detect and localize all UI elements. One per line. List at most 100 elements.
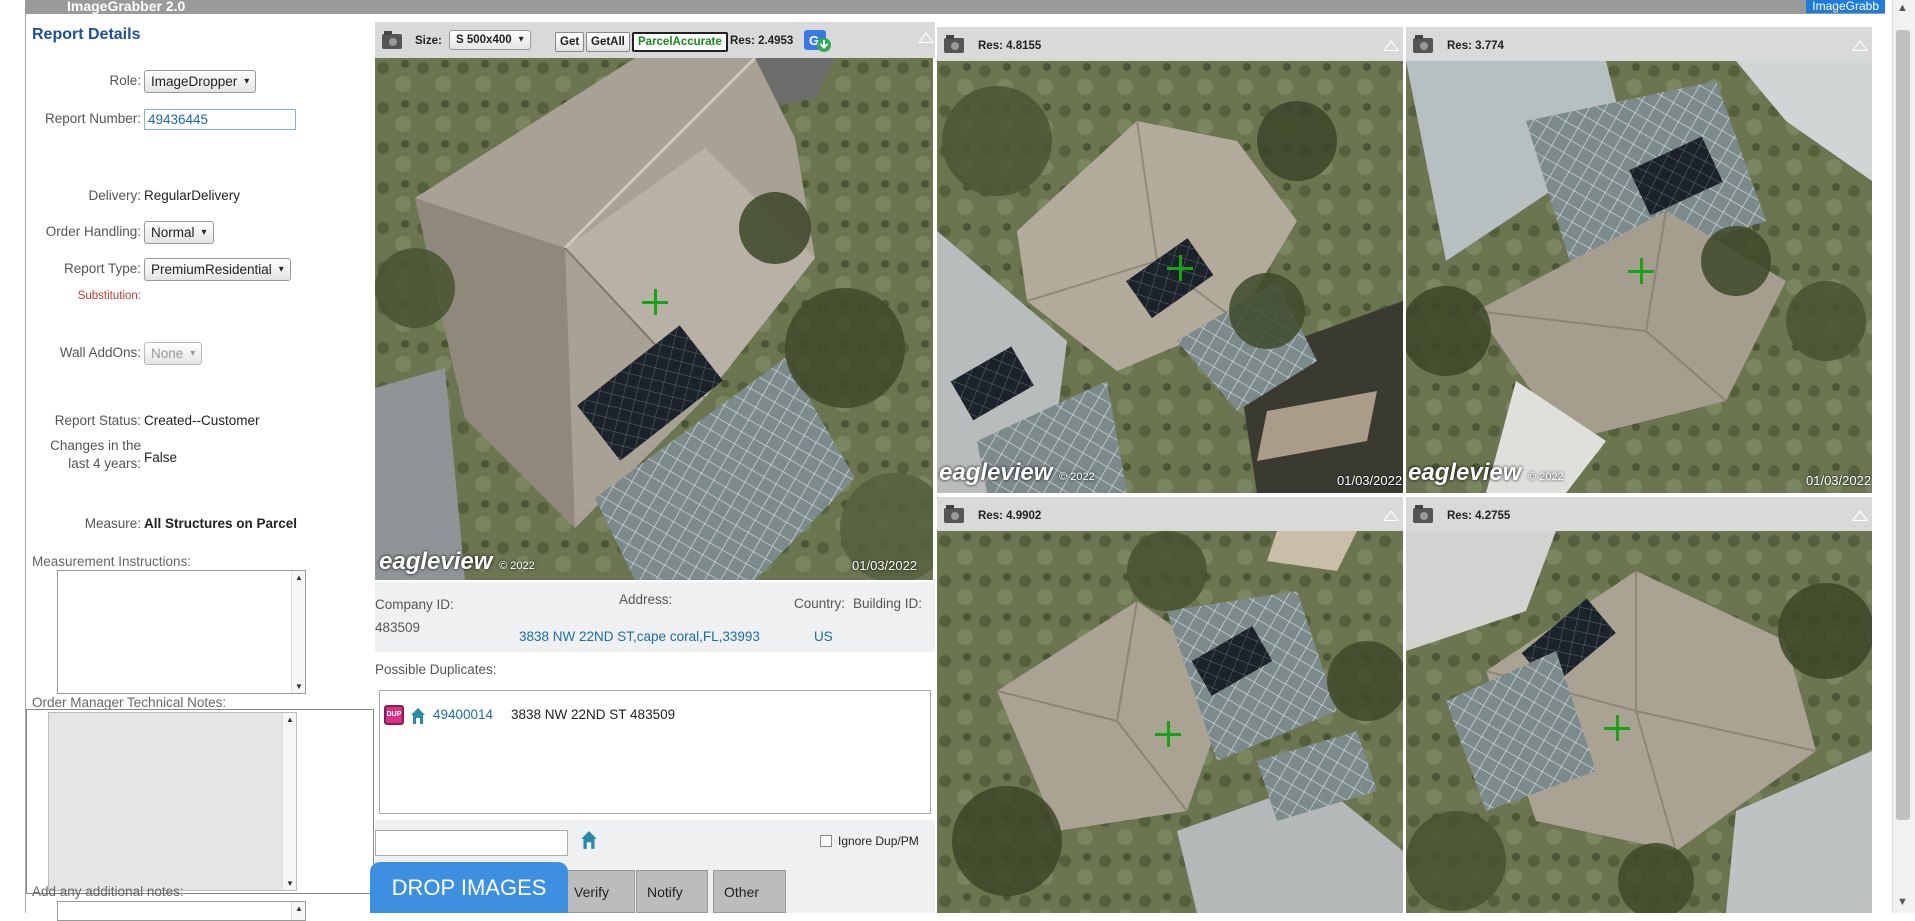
tile-3-resolution: Res: 4.9902 xyxy=(978,510,1042,522)
watermark-text: eagleview xyxy=(379,548,493,575)
camera-icon[interactable] xyxy=(943,34,965,54)
changes-value: False xyxy=(144,450,178,465)
tile-2-resolution: Res: 3.774 xyxy=(1447,40,1504,52)
main-tile-toolbar: Size: S 500x400 Get GetAll ParcelAccurat… xyxy=(375,22,935,58)
tile-corner-toggle-icon[interactable] xyxy=(1852,510,1868,521)
report-type-label: Report Type: xyxy=(63,261,141,276)
eagleview-watermark: eagleview © 2022 xyxy=(1408,459,1564,487)
substitution-row: Substitution: xyxy=(26,284,371,312)
changes-label-line2: last 4 years: xyxy=(68,456,141,471)
tile-4-aerial-image[interactable] xyxy=(1406,531,1872,913)
report-number-label: Report Number: xyxy=(44,111,141,126)
verify-button[interactable]: Verify xyxy=(563,870,635,913)
brand-tag[interactable]: ImageGrabb xyxy=(1806,0,1885,13)
scroll-down-icon[interactable]: ▼ xyxy=(1897,896,1908,908)
scroll-down-icon[interactable]: ▼ xyxy=(286,879,294,888)
camera-icon[interactable] xyxy=(1412,504,1434,524)
duplicates-list: DUP 49400014 3838 NW 22ND ST 483509 xyxy=(379,690,931,814)
drop-images-button[interactable]: DROP IMAGES xyxy=(370,862,568,913)
company-id-label: Company ID: xyxy=(375,597,454,612)
scroll-up-icon[interactable]: ▲ xyxy=(286,715,294,724)
tile-corner-toggle-icon[interactable] xyxy=(1383,510,1399,521)
measurement-instructions-label: Measurement Instructions: xyxy=(32,554,192,569)
delivery-label: Delivery: xyxy=(88,188,141,203)
scroll-up-icon[interactable]: ▲ xyxy=(295,573,303,582)
measure-label: Measure: xyxy=(84,516,141,531)
ignore-dup-label: Ignore Dup/PM xyxy=(838,834,919,848)
scroll-up-icon[interactable]: ▲ xyxy=(1897,2,1908,14)
get-button[interactable]: Get xyxy=(555,32,585,52)
capture-date: 01/03/2022 xyxy=(1806,473,1872,488)
measurement-instructions-textarea[interactable]: ▲ ▼ xyxy=(57,570,306,694)
target-crosshair-icon xyxy=(1155,721,1181,747)
aerial-scene xyxy=(375,58,933,580)
report-status-row: Report Status: Created--Customer xyxy=(26,409,371,437)
building-id-label: Building ID: xyxy=(853,596,923,611)
measure-value: All Structures on Parcel xyxy=(144,516,298,531)
scrollbar-thumb[interactable] xyxy=(1896,30,1910,820)
duplicate-id-link[interactable]: 49400014 xyxy=(433,707,493,722)
order-handling-row: Order Handling: Normal xyxy=(26,220,371,248)
tile-1-toolbar: Res: 4.8155 xyxy=(937,27,1403,61)
tile-corner-toggle-icon[interactable] xyxy=(918,32,934,43)
capture-date: 01/03/2022 xyxy=(852,558,918,573)
report-type-row: Report Type: PremiumResidential xyxy=(26,257,371,285)
report-number-row: Report Number: 49436445 xyxy=(26,107,371,135)
tile-1-aerial-image[interactable]: eagleview © 2022 01/03/2022 xyxy=(937,61,1403,493)
report-search-input[interactable] xyxy=(375,830,568,856)
tile-1-resolution: Res: 4.8155 xyxy=(978,40,1042,52)
home-icon[interactable] xyxy=(410,707,426,725)
tile-corner-toggle-icon[interactable] xyxy=(1383,40,1399,51)
tech-notes-label: Order Manager Technical Notes: xyxy=(32,695,227,710)
wall-addons-select[interactable]: None xyxy=(144,342,203,365)
watermark-year: © 2022 xyxy=(1059,471,1095,483)
report-details-panel: Report Details Role: ImageDropper Report… xyxy=(26,14,374,921)
tile-3-aerial-image[interactable] xyxy=(937,531,1403,913)
textarea-scrollbar[interactable]: ▲ xyxy=(291,902,305,920)
aerial-scene xyxy=(1406,531,1872,913)
textarea-scrollbar[interactable]: ▲ ▼ xyxy=(291,571,305,693)
report-number-input[interactable]: 49436445 xyxy=(144,109,296,130)
possible-duplicates-label: Possible Duplicates: xyxy=(375,662,497,677)
size-select[interactable]: S 500x400 xyxy=(449,30,531,50)
measure-row: Measure: All Structures on Parcel xyxy=(26,512,371,540)
other-button[interactable]: Other xyxy=(713,870,786,913)
main-aerial-image[interactable]: eagleview © 2022 01/03/2022 xyxy=(375,58,933,580)
scroll-up-icon[interactable]: ▲ xyxy=(295,904,303,913)
camera-icon[interactable] xyxy=(381,30,403,50)
parcel-accurate-button[interactable]: ParcelAccurate xyxy=(632,32,728,52)
camera-icon[interactable] xyxy=(943,504,965,524)
additional-notes-label: Add any additional notes: xyxy=(32,884,184,899)
textarea-scrollbar[interactable]: ▲ ▼ xyxy=(282,713,296,890)
target-crosshair-icon xyxy=(642,289,668,315)
order-handling-select[interactable]: Normal xyxy=(144,221,214,244)
main-resolution: Res: 2.4953 xyxy=(730,35,794,47)
report-status-value: Created--Customer xyxy=(144,413,260,428)
camera-icon[interactable] xyxy=(1412,34,1434,54)
tile-corner-toggle-icon[interactable] xyxy=(1852,40,1868,51)
google-download-icon[interactable]: G xyxy=(804,30,832,52)
home-icon[interactable] xyxy=(580,830,598,850)
order-handling-label: Order Handling: xyxy=(45,224,141,239)
tile-3-toolbar: Res: 4.9902 xyxy=(937,497,1403,531)
tech-notes-textarea[interactable]: ▲ ▼ xyxy=(48,712,297,891)
tile-2-aerial-image[interactable]: eagleview © 2022 01/03/2022 xyxy=(1406,61,1872,493)
country-label: Country: xyxy=(794,596,846,611)
watermark-year: © 2022 xyxy=(1528,471,1564,483)
watermark-text: eagleview xyxy=(1408,459,1522,486)
watermark-text: eagleview xyxy=(939,459,1053,486)
report-status-label: Report Status: xyxy=(54,413,141,428)
country-value: US xyxy=(814,629,833,644)
scroll-down-icon[interactable]: ▼ xyxy=(295,682,303,691)
notify-button[interactable]: Notify xyxy=(636,870,708,913)
tile-4-resolution: Res: 4.2755 xyxy=(1447,510,1511,522)
target-crosshair-icon xyxy=(1167,255,1193,281)
report-type-select[interactable]: PremiumResidential xyxy=(144,258,291,281)
dup-badge-icon: DUP xyxy=(384,705,404,725)
role-row: Role: ImageDropper xyxy=(26,69,371,97)
address-link[interactable]: 3838 NW 22ND ST,cape coral,FL,33993 xyxy=(519,629,760,644)
additional-notes-textarea[interactable]: ▲ xyxy=(57,901,306,921)
ignore-dup-checkbox[interactable] xyxy=(820,835,832,847)
get-all-button[interactable]: GetAll xyxy=(586,32,630,52)
role-select[interactable]: ImageDropper xyxy=(144,70,257,93)
